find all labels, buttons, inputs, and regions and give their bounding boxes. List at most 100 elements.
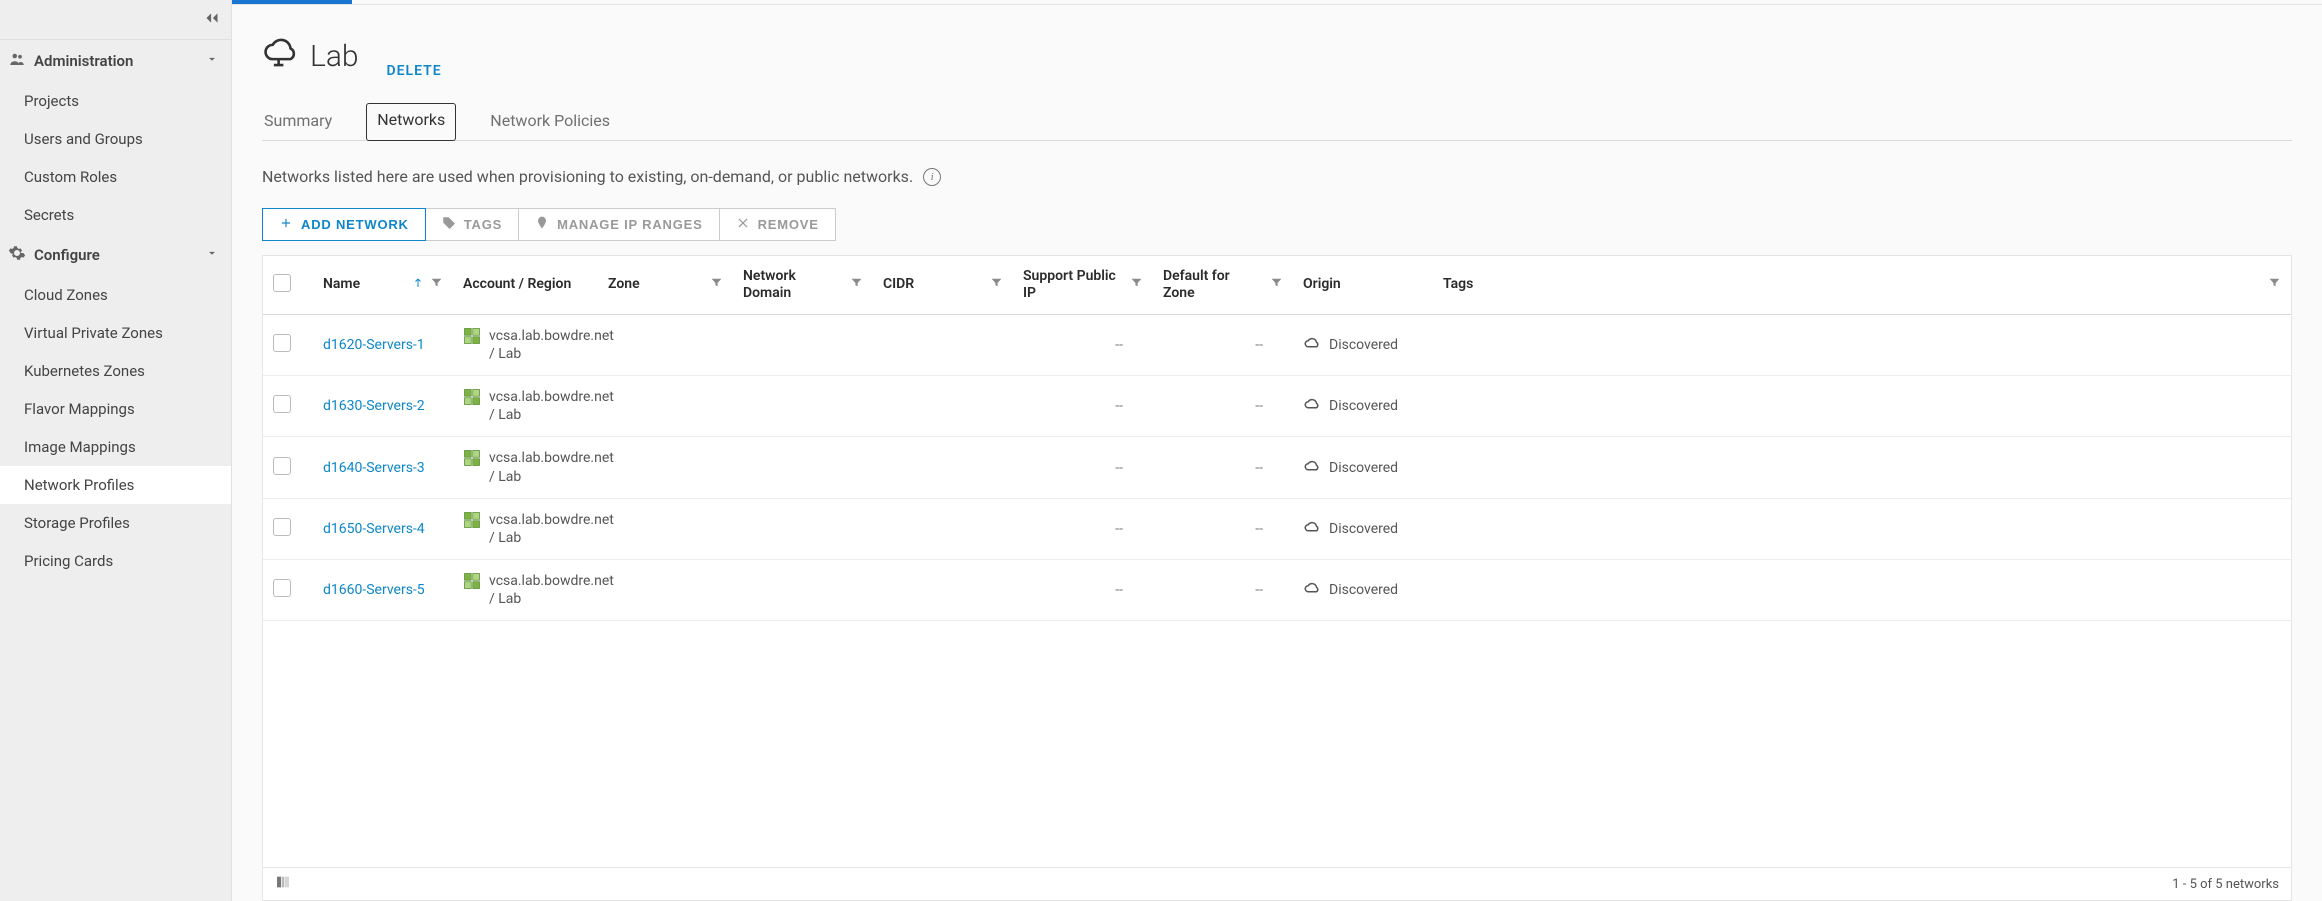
- cidr-cell: [873, 560, 1013, 621]
- tags-cell: [1433, 375, 2291, 436]
- nav-section-label: Administration: [34, 52, 133, 70]
- network-name-link[interactable]: d1650-Servers-4: [323, 521, 425, 537]
- filter-icon[interactable]: [430, 276, 443, 293]
- table-footer: 1 - 5 of 5 networks: [263, 867, 2291, 900]
- sidebar-item-cloud-zones[interactable]: Cloud Zones: [0, 276, 231, 314]
- cloud-icon: [1303, 395, 1321, 417]
- sidebar-item-projects[interactable]: Projects: [0, 82, 231, 120]
- tab-network-policies[interactable]: Network Policies: [488, 103, 612, 140]
- filter-icon[interactable]: [710, 276, 723, 293]
- network-name-link[interactable]: d1630-Servers-2: [323, 398, 425, 414]
- table-row: d1630-Servers-2vcsa.lab.bowdre.net / Lab…: [263, 375, 2291, 436]
- filter-icon[interactable]: [850, 276, 863, 293]
- support-public-ip-cell: --: [1023, 521, 1143, 537]
- column-header-support-public-ip[interactable]: Support Public IP: [1013, 256, 1153, 314]
- tab-networks[interactable]: Networks: [366, 103, 456, 141]
- origin-cell: Discovered: [1303, 395, 1423, 417]
- column-header-name[interactable]: Name: [313, 256, 453, 314]
- column-header-cidr[interactable]: CIDR: [873, 256, 1013, 314]
- manage-ip-ranges-button[interactable]: MANAGE IP RANGES: [519, 208, 719, 241]
- sidebar-item-custom-roles[interactable]: Custom Roles: [0, 158, 231, 196]
- users-icon: [8, 50, 26, 72]
- column-header-default-for-zone[interactable]: Default for Zone: [1153, 256, 1293, 314]
- default-for-zone-cell: --: [1163, 521, 1283, 537]
- cloud-icon: [262, 33, 300, 79]
- network-domain-cell: [733, 314, 873, 375]
- column-header-zone[interactable]: Zone: [598, 256, 733, 314]
- account-region-text: vcsa.lab.bowdre.net / Lab: [489, 327, 614, 363]
- sidebar-item-flavor-mappings[interactable]: Flavor Mappings: [0, 390, 231, 428]
- tab-summary[interactable]: Summary: [262, 103, 334, 140]
- remove-button[interactable]: REMOVE: [720, 208, 836, 241]
- sidebar-item-image-mappings[interactable]: Image Mappings: [0, 428, 231, 466]
- row-checkbox[interactable]: [273, 334, 291, 352]
- cidr-cell: [873, 375, 1013, 436]
- filter-icon[interactable]: [2268, 276, 2281, 293]
- network-name-link[interactable]: d1660-Servers-5: [323, 582, 425, 598]
- sidebar-item-storage-profiles[interactable]: Storage Profiles: [0, 504, 231, 542]
- close-icon: [736, 216, 750, 233]
- row-checkbox[interactable]: [273, 395, 291, 413]
- zone-cell: [598, 314, 733, 375]
- row-checkbox[interactable]: [273, 457, 291, 475]
- network-domain-cell: [733, 437, 873, 498]
- loading-indicator: [232, 0, 352, 4]
- network-domain-cell: [733, 560, 873, 621]
- tag-icon: [442, 216, 456, 233]
- column-header-account[interactable]: Account / Region: [453, 256, 598, 314]
- sidebar-item-network-profiles[interactable]: Network Profiles: [0, 466, 231, 504]
- sidebar-item-virtual-private-zones[interactable]: Virtual Private Zones: [0, 314, 231, 352]
- nav-section-administration[interactable]: Administration: [0, 40, 231, 82]
- row-checkbox[interactable]: [273, 579, 291, 597]
- main-content: Lab DELETE Summary Networks Network Poli…: [232, 0, 2322, 901]
- vsphere-icon: [463, 327, 481, 345]
- cidr-cell: [873, 437, 1013, 498]
- support-public-ip-cell: --: [1023, 398, 1143, 414]
- support-public-ip-cell: --: [1023, 460, 1143, 476]
- sort-asc-icon[interactable]: [412, 277, 424, 293]
- select-all-checkbox[interactable]: [273, 274, 291, 292]
- table-row: d1640-Servers-3 vcsa.lab.bowdre.net / Lab…: [263, 437, 2291, 498]
- page-header: Lab DELETE: [262, 33, 2292, 79]
- filter-icon[interactable]: [990, 276, 1003, 293]
- origin-cell: Discovered: [1303, 579, 1423, 601]
- column-header-origin[interactable]: Origin: [1293, 256, 1433, 314]
- delete-button[interactable]: DELETE: [387, 63, 442, 79]
- info-icon[interactable]: i: [923, 168, 941, 186]
- table-row: d1650-Servers-4 vcsa.lab.bowdre.net / Lab…: [263, 498, 2291, 559]
- default-for-zone-cell: --: [1163, 582, 1283, 598]
- sidebar-item-pricing-cards[interactable]: Pricing Cards: [0, 542, 231, 580]
- row-checkbox[interactable]: [273, 518, 291, 536]
- nav-section-configure[interactable]: Configure: [0, 234, 231, 276]
- add-network-button[interactable]: ADD NETWORK: [262, 208, 426, 241]
- filter-icon[interactable]: [1270, 276, 1283, 293]
- account-region-text: vcsa.lab.bowdre.net / Lab: [489, 449, 614, 485]
- sidebar-item-secrets[interactable]: Secrets: [0, 196, 231, 234]
- origin-cell: Discovered: [1303, 457, 1423, 479]
- zone-cell: [598, 498, 733, 559]
- gear-icon: [8, 244, 26, 266]
- network-name-link[interactable]: d1640-Servers-3: [323, 460, 425, 476]
- sidebar-collapse-button[interactable]: [0, 0, 231, 40]
- tags-cell: [1433, 314, 2291, 375]
- sidebar-item-kubernetes-zones[interactable]: Kubernetes Zones: [0, 352, 231, 390]
- chevron-down-icon: [205, 246, 219, 264]
- column-header-network-domain[interactable]: Network Domain: [733, 256, 873, 314]
- zone-cell: [598, 437, 733, 498]
- account-region-text: vcsa.lab.bowdre.net / Lab: [489, 511, 614, 547]
- vsphere-icon: [463, 449, 481, 467]
- toolbar: ADD NETWORK TAGS MANAGE IP RANGES REMOVE: [262, 208, 2292, 241]
- vsphere-icon: [463, 511, 481, 529]
- cloud-icon: [1303, 334, 1321, 356]
- tags-button[interactable]: TAGS: [426, 208, 519, 241]
- cloud-icon: [1303, 518, 1321, 540]
- chevron-double-left-icon: [201, 7, 223, 33]
- column-header-tags[interactable]: Tags: [1433, 256, 2291, 314]
- origin-cell: Discovered: [1303, 518, 1423, 540]
- column-toggle-button[interactable]: [275, 874, 291, 894]
- sidebar-item-users-groups[interactable]: Users and Groups: [0, 120, 231, 158]
- filter-icon[interactable]: [1130, 276, 1143, 293]
- network-domain-cell: [733, 375, 873, 436]
- zone-cell: [598, 375, 733, 436]
- network-name-link[interactable]: d1620-Servers-1: [323, 337, 425, 353]
